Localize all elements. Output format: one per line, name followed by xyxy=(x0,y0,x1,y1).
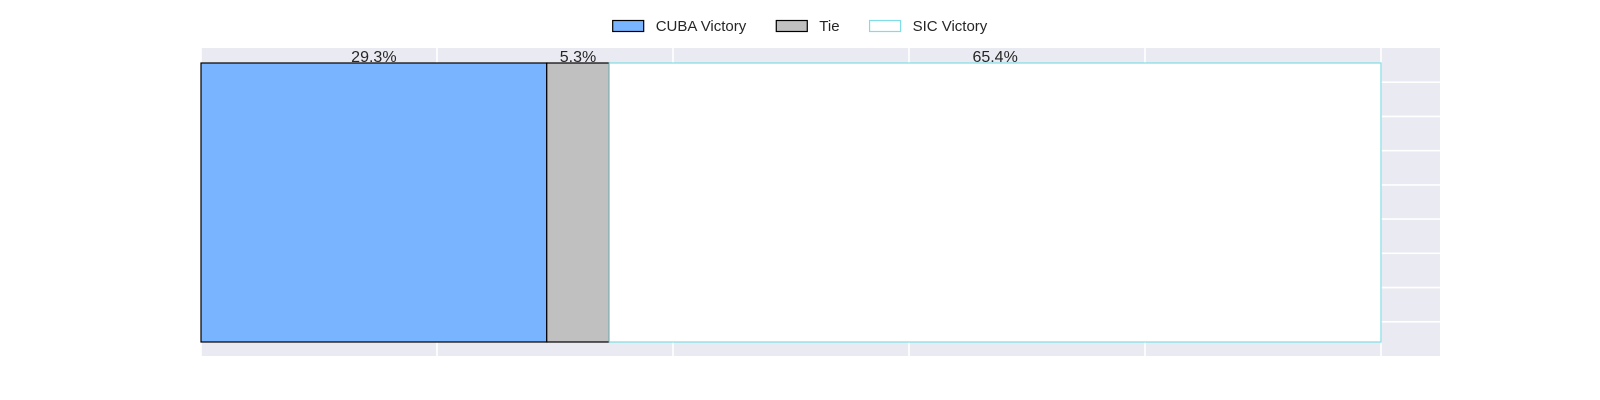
legend-swatch-tie xyxy=(775,19,808,33)
legend-label-tie: Tie xyxy=(819,18,839,35)
data-label-tie: 5.3% xyxy=(560,49,596,66)
legend-label-sic-victory: SIC Victory xyxy=(913,18,988,35)
bars xyxy=(200,62,1382,343)
legend-swatch-cuba-victory xyxy=(612,19,645,33)
bar-segment-tie xyxy=(546,62,610,343)
data-label-sic-victory: 65.4% xyxy=(972,49,1017,66)
legend-label-cuba-victory: CUBA Victory xyxy=(656,18,747,35)
legend: CUBA Victory Tie SIC Victory xyxy=(612,18,988,35)
bar-segment-sic-victory xyxy=(608,62,1382,343)
legend-swatch-sic-victory xyxy=(868,19,902,33)
bar-segment-cuba-victory xyxy=(200,62,548,343)
data-label-cuba-victory: 29.3% xyxy=(351,49,396,66)
stacked-bar-chart: 29.3% 5.3% 65.4% CUBA Victory Tie SIC Victor… xyxy=(200,18,1440,356)
